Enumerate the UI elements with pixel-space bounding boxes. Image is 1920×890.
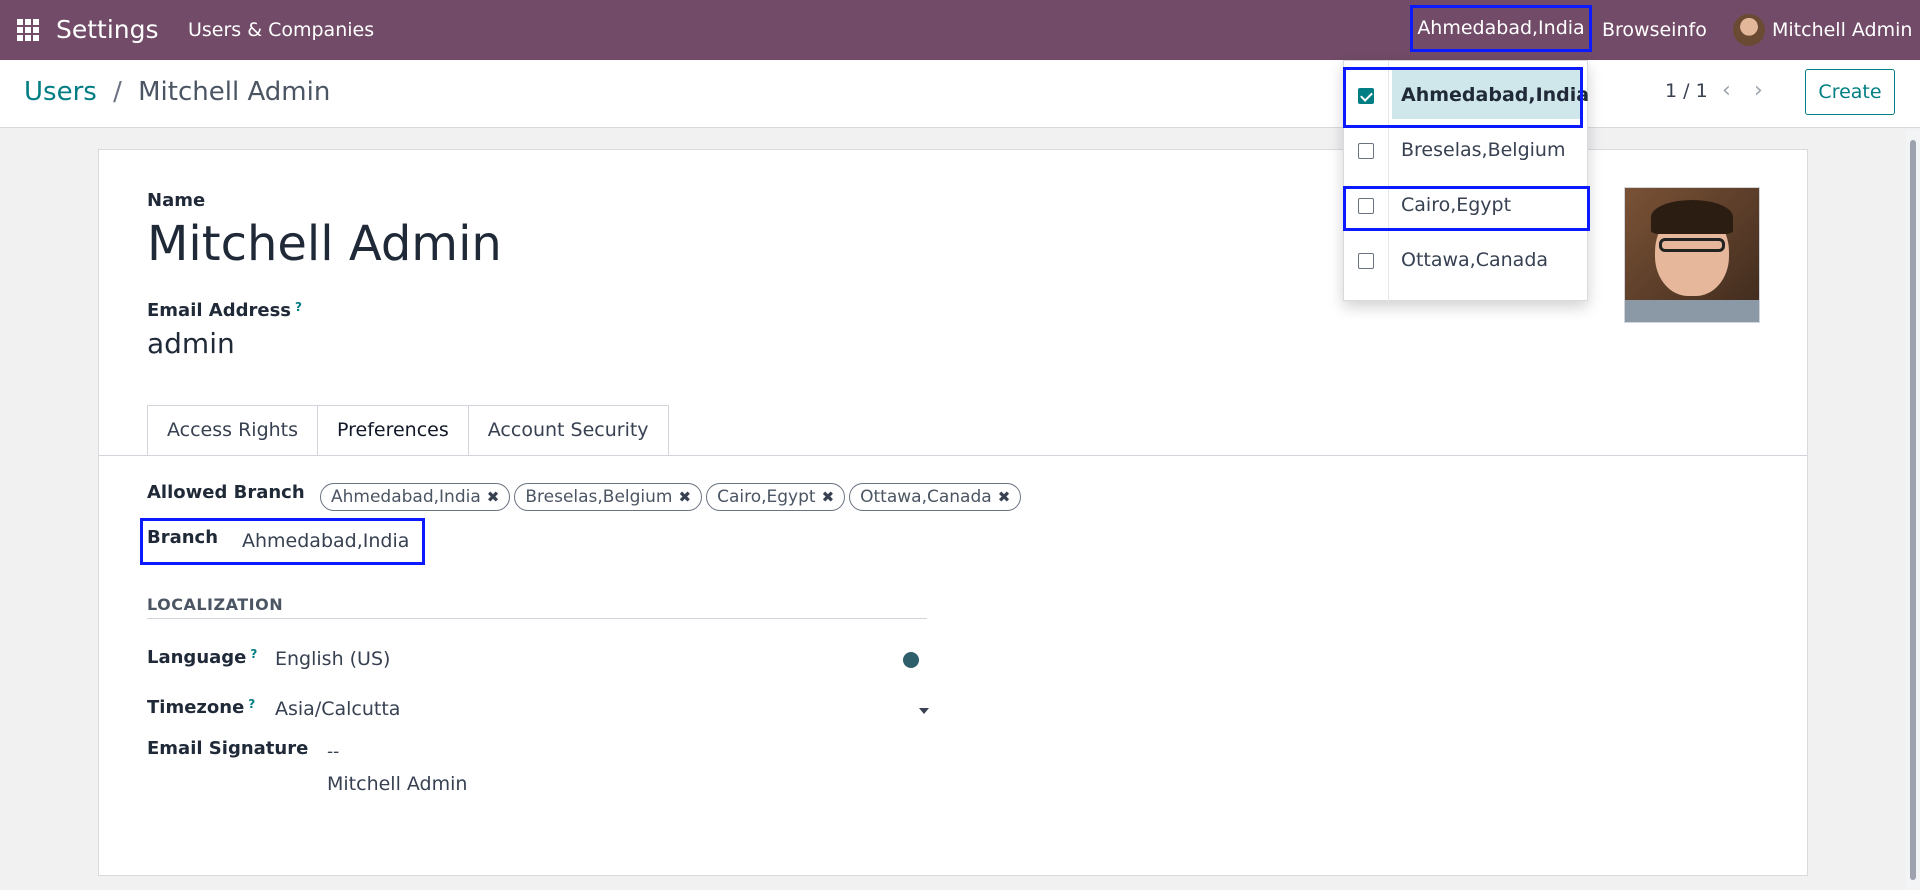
signature-line[interactable]: Mitchell Admin [327, 773, 467, 795]
photo-shirt [1625, 300, 1759, 322]
name-field[interactable]: Mitchell Admin [147, 216, 502, 272]
app-name[interactable]: Settings [56, 15, 159, 44]
branch-label: Branch [147, 527, 219, 548]
breadcrumb: Users / Mitchell Admin [24, 77, 330, 107]
tag-label: Cairo,Egypt [717, 487, 816, 507]
language-label-text: Language [147, 647, 247, 668]
chevron-down-icon[interactable] [919, 708, 929, 714]
timezone-field[interactable]: Asia/Calcutta [275, 698, 400, 720]
tab-account-security[interactable]: Account Security [467, 405, 669, 456]
tag-label: Breselas,Belgium [525, 487, 673, 507]
apps-grid-icon[interactable] [17, 19, 39, 41]
pager-value[interactable]: 1 / 1 [1665, 80, 1708, 102]
scroll-thumb[interactable] [1910, 140, 1916, 880]
tab-preferences[interactable]: Preferences [317, 405, 469, 456]
section-divider [147, 618, 927, 619]
email-field[interactable]: admin [147, 327, 235, 360]
allowed-branch-tags[interactable]: Ahmedabad,India ✖ Breselas,Belgium ✖ Cairo… [320, 483, 1022, 511]
tag-chip[interactable]: Ahmedabad,India ✖ [320, 483, 511, 511]
tag-chip[interactable]: Breselas,Belgium ✖ [514, 483, 703, 511]
breadcrumb-users-link[interactable]: Users [24, 77, 97, 107]
help-icon[interactable]: ? [250, 647, 257, 661]
email-signature-label: Email Signature [147, 738, 309, 759]
highlight-box-ahmedabad [1343, 67, 1583, 128]
dropdown-item-label: Ottawa,Canada [1401, 249, 1549, 271]
timezone-label-text: Timezone [147, 697, 245, 718]
help-icon[interactable]: ? [295, 300, 302, 314]
tag-label: Ottawa,Canada [860, 487, 992, 507]
scrollbar[interactable] [1906, 130, 1920, 890]
dropdown-item-ottawa[interactable]: Ottawa,Canada [1344, 234, 1589, 289]
checkbox[interactable] [1358, 143, 1374, 159]
highlight-box-cairo [1343, 186, 1590, 231]
branch-switcher[interactable]: Ahmedabad,India [1410, 5, 1592, 52]
photo-hair [1651, 200, 1733, 234]
tag-chip[interactable]: Ottawa,Canada ✖ [849, 483, 1022, 511]
user-menu[interactable]: Mitchell Admin [1772, 19, 1912, 41]
dropdown-item-label: Breselas,Belgium [1401, 139, 1566, 161]
user-photo[interactable] [1624, 187, 1760, 323]
timezone-label: Timezone? [147, 697, 255, 718]
signature-line[interactable]: -- [327, 742, 339, 762]
chevron-left-icon[interactable]: ‹ [1722, 78, 1731, 103]
control-panel: Users / Mitchell Admin n 1 / 1 ‹ › Creat… [0, 60, 1920, 128]
allowed-branch-label: Allowed Branch [147, 482, 305, 503]
email-label: Email Address? [147, 300, 302, 321]
company-switcher[interactable]: Browseinfo [1602, 19, 1707, 41]
language-label: Language? [147, 647, 257, 668]
localization-title: LOCALIZATION [147, 595, 284, 614]
name-label: Name [147, 190, 206, 211]
tabs-divider [99, 455, 1807, 456]
photo-glasses [1659, 238, 1725, 252]
checkbox[interactable] [1358, 253, 1374, 269]
language-field[interactable]: English (US) [275, 648, 390, 670]
top-navbar: Settings Users & Companies Ahmedabad,Ind… [0, 0, 1920, 60]
tab-access-rights[interactable]: Access Rights [147, 405, 319, 456]
form-tabs: Access Rights Preferences Account Securi… [147, 405, 669, 456]
remove-tag-icon[interactable]: ✖ [679, 484, 692, 510]
avatar[interactable] [1733, 14, 1765, 46]
remove-tag-icon[interactable]: ✖ [822, 484, 835, 510]
help-icon[interactable]: ? [248, 697, 255, 711]
menu-users-companies[interactable]: Users & Companies [188, 19, 374, 41]
tag-label: Ahmedabad,India [331, 487, 481, 507]
email-label-text: Email Address [147, 300, 292, 321]
dropdown-item-breselas[interactable]: Breselas,Belgium [1344, 124, 1589, 179]
branch-field[interactable]: Ahmedabad,India [242, 530, 409, 552]
globe-icon[interactable] [903, 652, 919, 668]
breadcrumb-separator: / [113, 77, 122, 107]
chevron-right-icon[interactable]: › [1754, 78, 1763, 103]
remove-tag-icon[interactable]: ✖ [998, 484, 1011, 510]
create-button[interactable]: Create [1805, 69, 1895, 115]
breadcrumb-current: Mitchell Admin [138, 77, 331, 107]
tag-chip[interactable]: Cairo,Egypt ✖ [706, 483, 846, 511]
remove-tag-icon[interactable]: ✖ [487, 484, 500, 510]
